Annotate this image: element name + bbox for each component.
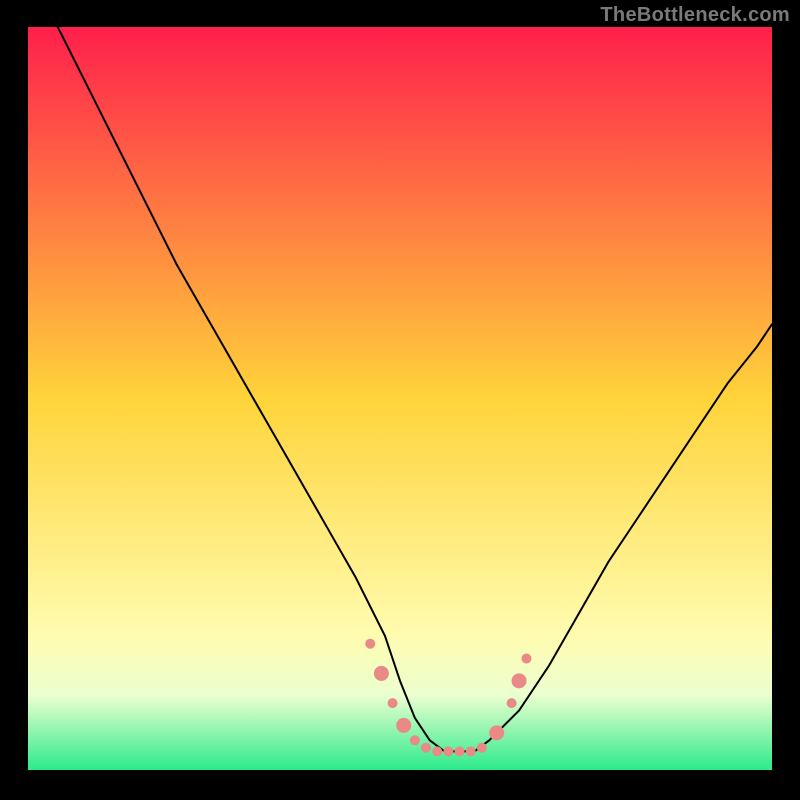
highlight-point — [477, 743, 487, 753]
highlight-point — [443, 746, 453, 756]
highlight-point — [489, 725, 504, 740]
gradient-background — [28, 27, 772, 770]
highlight-point — [365, 639, 375, 649]
highlight-point — [374, 666, 389, 681]
highlight-point — [512, 673, 527, 688]
highlight-point — [410, 735, 420, 745]
highlight-point — [521, 654, 531, 664]
plot-area — [28, 27, 772, 770]
highlight-point — [421, 743, 431, 753]
highlight-point — [396, 718, 411, 733]
highlight-point — [507, 698, 517, 708]
highlight-point — [432, 746, 442, 756]
highlight-point — [388, 698, 398, 708]
chart-frame: TheBottleneck.com — [0, 0, 800, 800]
chart-svg — [28, 27, 772, 770]
highlight-point — [466, 746, 476, 756]
highlight-point — [455, 746, 465, 756]
watermark-text: TheBottleneck.com — [600, 4, 790, 27]
